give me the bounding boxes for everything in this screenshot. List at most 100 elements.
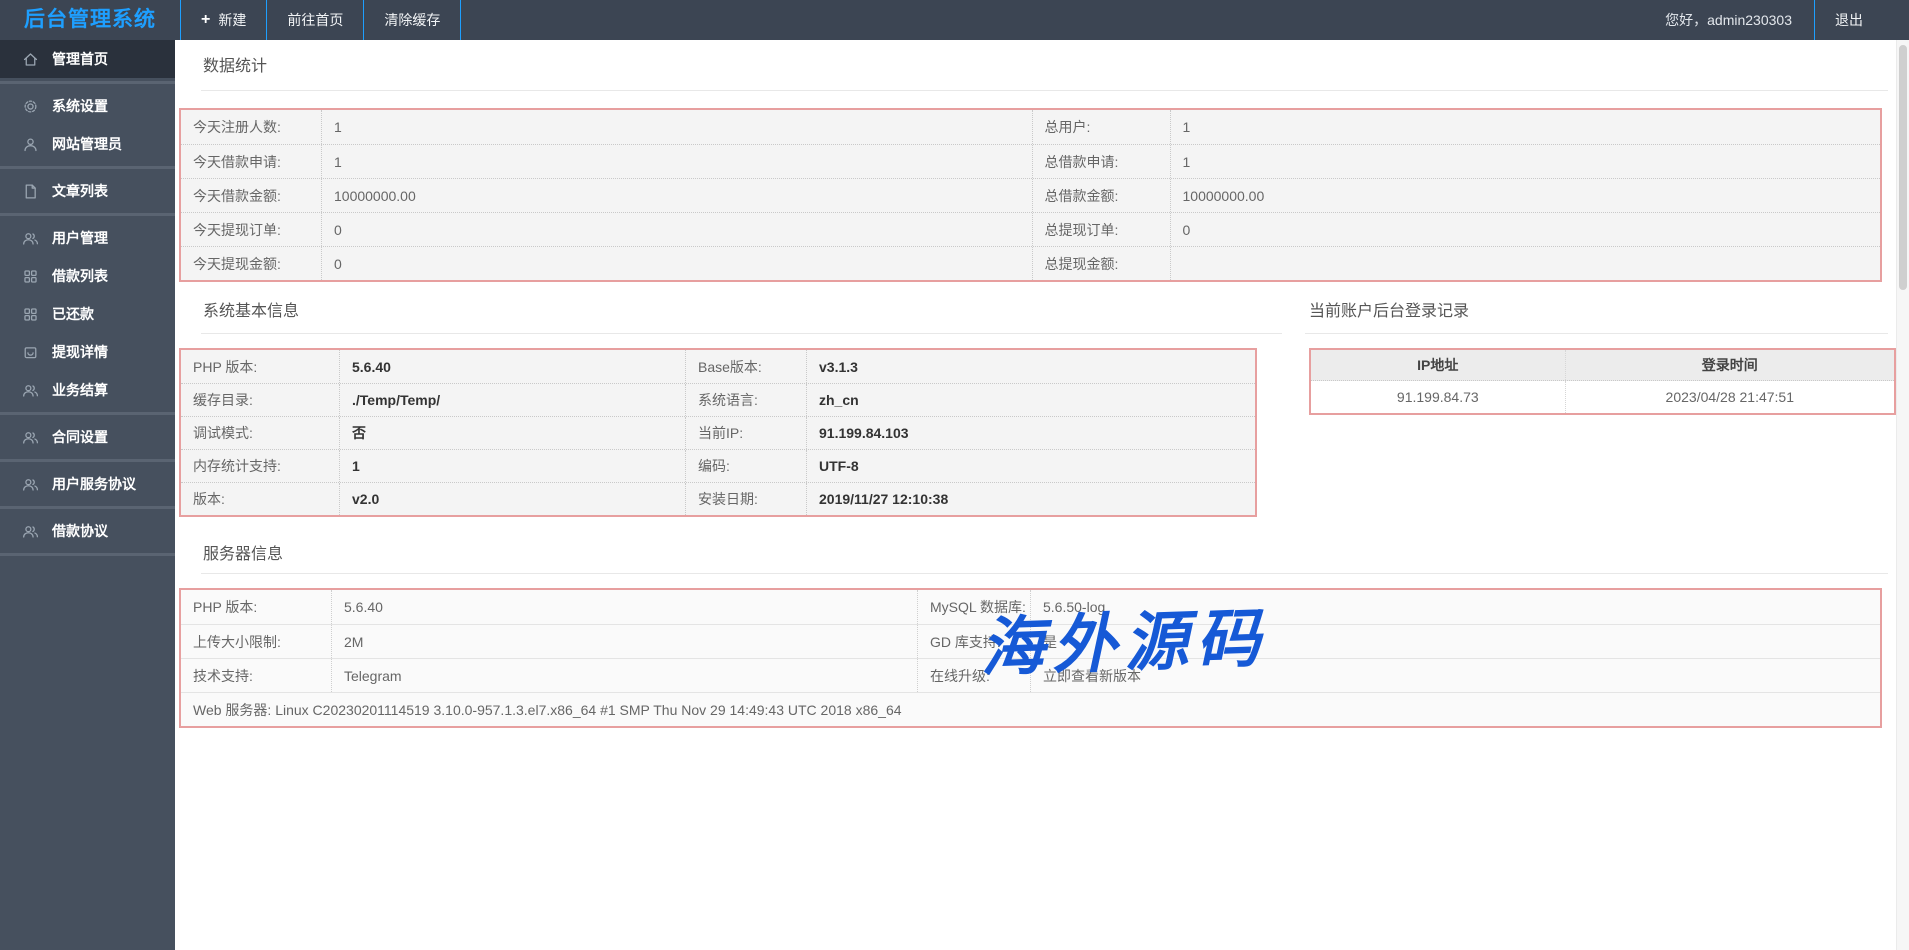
login-record-ip: 91.199.84.73 [1311,381,1565,413]
info-label: 编码: [685,450,806,482]
info-value: 5.6.40 [339,350,685,383]
clear-cache-label: 清除缓存 [384,10,440,30]
new-button[interactable]: + 新建 [180,0,266,40]
stat-label: 总借款申请: [1032,145,1170,178]
server-info-table: PHP 版本: 5.6.40 MySQL 数据库: 5.6.50-log 上传大… [179,588,1882,728]
section-divider [201,90,1888,91]
scrollbar-track[interactable] [1896,40,1909,950]
check-new-version-link[interactable]: 立即查看新版本 [1030,659,1880,692]
system-info-table: PHP 版本: 5.6.40 Base版本: v3.1.3 缓存目录: ./Te… [179,348,1257,517]
grid-icon [22,306,39,323]
sidebar-item-label: 网站管理员 [52,134,122,154]
stat-label: 今天注册人数: [181,110,321,144]
table-row: 今天提现订单: 0 总提现订单: 0 [181,212,1880,246]
sidebar-item-site-admin[interactable]: 网站管理员 [0,125,175,163]
info-value: 否 [339,417,685,449]
sidebar-item-system-settings[interactable]: 系统设置 [0,87,175,125]
server-label: 技术支持: [181,659,331,692]
table-row: 缓存目录: ./Temp/Temp/ 系统语言: zh_cn [181,383,1255,416]
sidebar-item-admin-home[interactable]: 管理首页 [0,40,175,78]
table-row: 今天提现金额: 0 总提现金额: [181,246,1880,280]
info-label: Base版本: [685,350,806,383]
sidebar-group-divider [0,166,175,169]
server-label: 在线升级: [917,659,1030,692]
info-value: 1 [339,450,685,482]
sidebar-item-business-settlement[interactable]: 业务结算 [0,371,175,409]
sidebar-item-loan-list[interactable]: 借款列表 [0,257,175,295]
server-value: 是 [1030,625,1880,658]
grid-icon [22,268,39,285]
table-row: 今天借款申请: 1 总借款申请: 1 [181,144,1880,178]
scrollbar-thumb[interactable] [1899,45,1907,290]
table-header-row: IP地址 登录时间 [1311,350,1894,381]
info-value: 91.199.84.103 [806,417,1255,449]
table-row: PHP 版本: 5.6.40 Base版本: v3.1.3 [181,350,1255,383]
sidebar-group-divider [0,459,175,462]
table-row: 91.199.84.73 2023/04/28 21:47:51 [1311,381,1894,413]
sidebar-group-divider [0,506,175,509]
stat-value: 10000000.00 [1170,179,1881,212]
info-label: 内存统计支持: [181,450,339,482]
go-homepage-label: 前往首页 [287,10,343,30]
app-title: 后台管理系统 [0,0,180,40]
greeting-text: 您好，admin230303 [1665,0,1814,40]
table-row: 今天借款金额: 10000000.00 总借款金额: 10000000.00 [181,178,1880,212]
users-icon [22,382,39,399]
sidebar-item-contract-settings[interactable]: 合同设置 [0,418,175,456]
column-header-ip: IP地址 [1311,350,1565,380]
users-icon [22,429,39,446]
info-label: 系统语言: [685,384,806,416]
sidebar: 管理首页 系统设置 网站管理员 文章列表 用户管理 借款列表 已还款 提现详情 … [0,40,175,950]
server-value: Telegram [331,659,917,692]
sidebar-item-label: 借款列表 [52,266,108,286]
sidebar-item-label: 用户服务协议 [52,474,136,494]
server-label: MySQL 数据库: [917,590,1030,624]
info-label: 版本: [181,483,339,515]
sidebar-item-withdraw-details[interactable]: 提现详情 [0,333,175,371]
table-row: 上传大小限制: 2M GD 库支持: 是 [181,624,1880,658]
stat-label: 今天借款申请: [181,145,321,178]
table-row: 技术支持: Telegram 在线升级: 立即查看新版本 [181,658,1880,692]
document-icon [22,183,39,200]
server-label: 上传大小限制: [181,625,331,658]
stat-value: 1 [1170,110,1881,144]
info-label: PHP 版本: [181,350,339,383]
sidebar-group-divider [0,412,175,415]
go-homepage-button[interactable]: 前往首页 [266,0,363,40]
sidebar-item-label: 借款协议 [52,521,108,541]
stat-value: 0 [1170,213,1881,246]
stat-value: 1 [1170,145,1881,178]
stat-label: 今天提现金额: [181,247,321,280]
column-header-login-time: 登录时间 [1565,350,1894,380]
info-value: zh_cn [806,384,1255,416]
info-label: 当前IP: [685,417,806,449]
sidebar-item-repaid[interactable]: 已还款 [0,295,175,333]
sidebar-item-label: 用户管理 [52,228,108,248]
sidebar-item-user-management[interactable]: 用户管理 [0,219,175,257]
sidebar-item-label: 系统设置 [52,96,108,116]
info-value: 2019/11/27 12:10:38 [806,483,1255,515]
clear-cache-button[interactable]: 清除缓存 [363,0,461,40]
info-value: ./Temp/Temp/ [339,384,685,416]
info-value: v3.1.3 [806,350,1255,383]
stat-label: 今天提现订单: [181,213,321,246]
sidebar-item-article-list[interactable]: 文章列表 [0,172,175,210]
login-records-section-title: 当前账户后台登录记录 [1309,297,1469,321]
topbar-menu: + 新建 前往首页 清除缓存 [180,0,461,40]
topbar-right: 您好，admin230303 退出 [1665,0,1883,40]
stat-label: 总提现订单: [1032,213,1170,246]
sidebar-group-divider [0,81,175,84]
sidebar-item-user-service-agreement[interactable]: 用户服务协议 [0,465,175,503]
info-label: 缓存目录: [181,384,339,416]
info-label: 安装日期: [685,483,806,515]
table-row: PHP 版本: 5.6.40 MySQL 数据库: 5.6.50-log [181,590,1880,624]
users-icon [22,523,39,540]
sidebar-item-loan-agreement[interactable]: 借款协议 [0,512,175,550]
stat-value: 10000000.00 [321,179,1032,212]
info-label: 调试模式: [181,417,339,449]
bag-icon [22,344,39,361]
logout-button[interactable]: 退出 [1814,0,1883,40]
section-divider [201,573,1888,574]
stat-value: 0 [321,213,1032,246]
server-info-section-title: 服务器信息 [203,540,283,564]
